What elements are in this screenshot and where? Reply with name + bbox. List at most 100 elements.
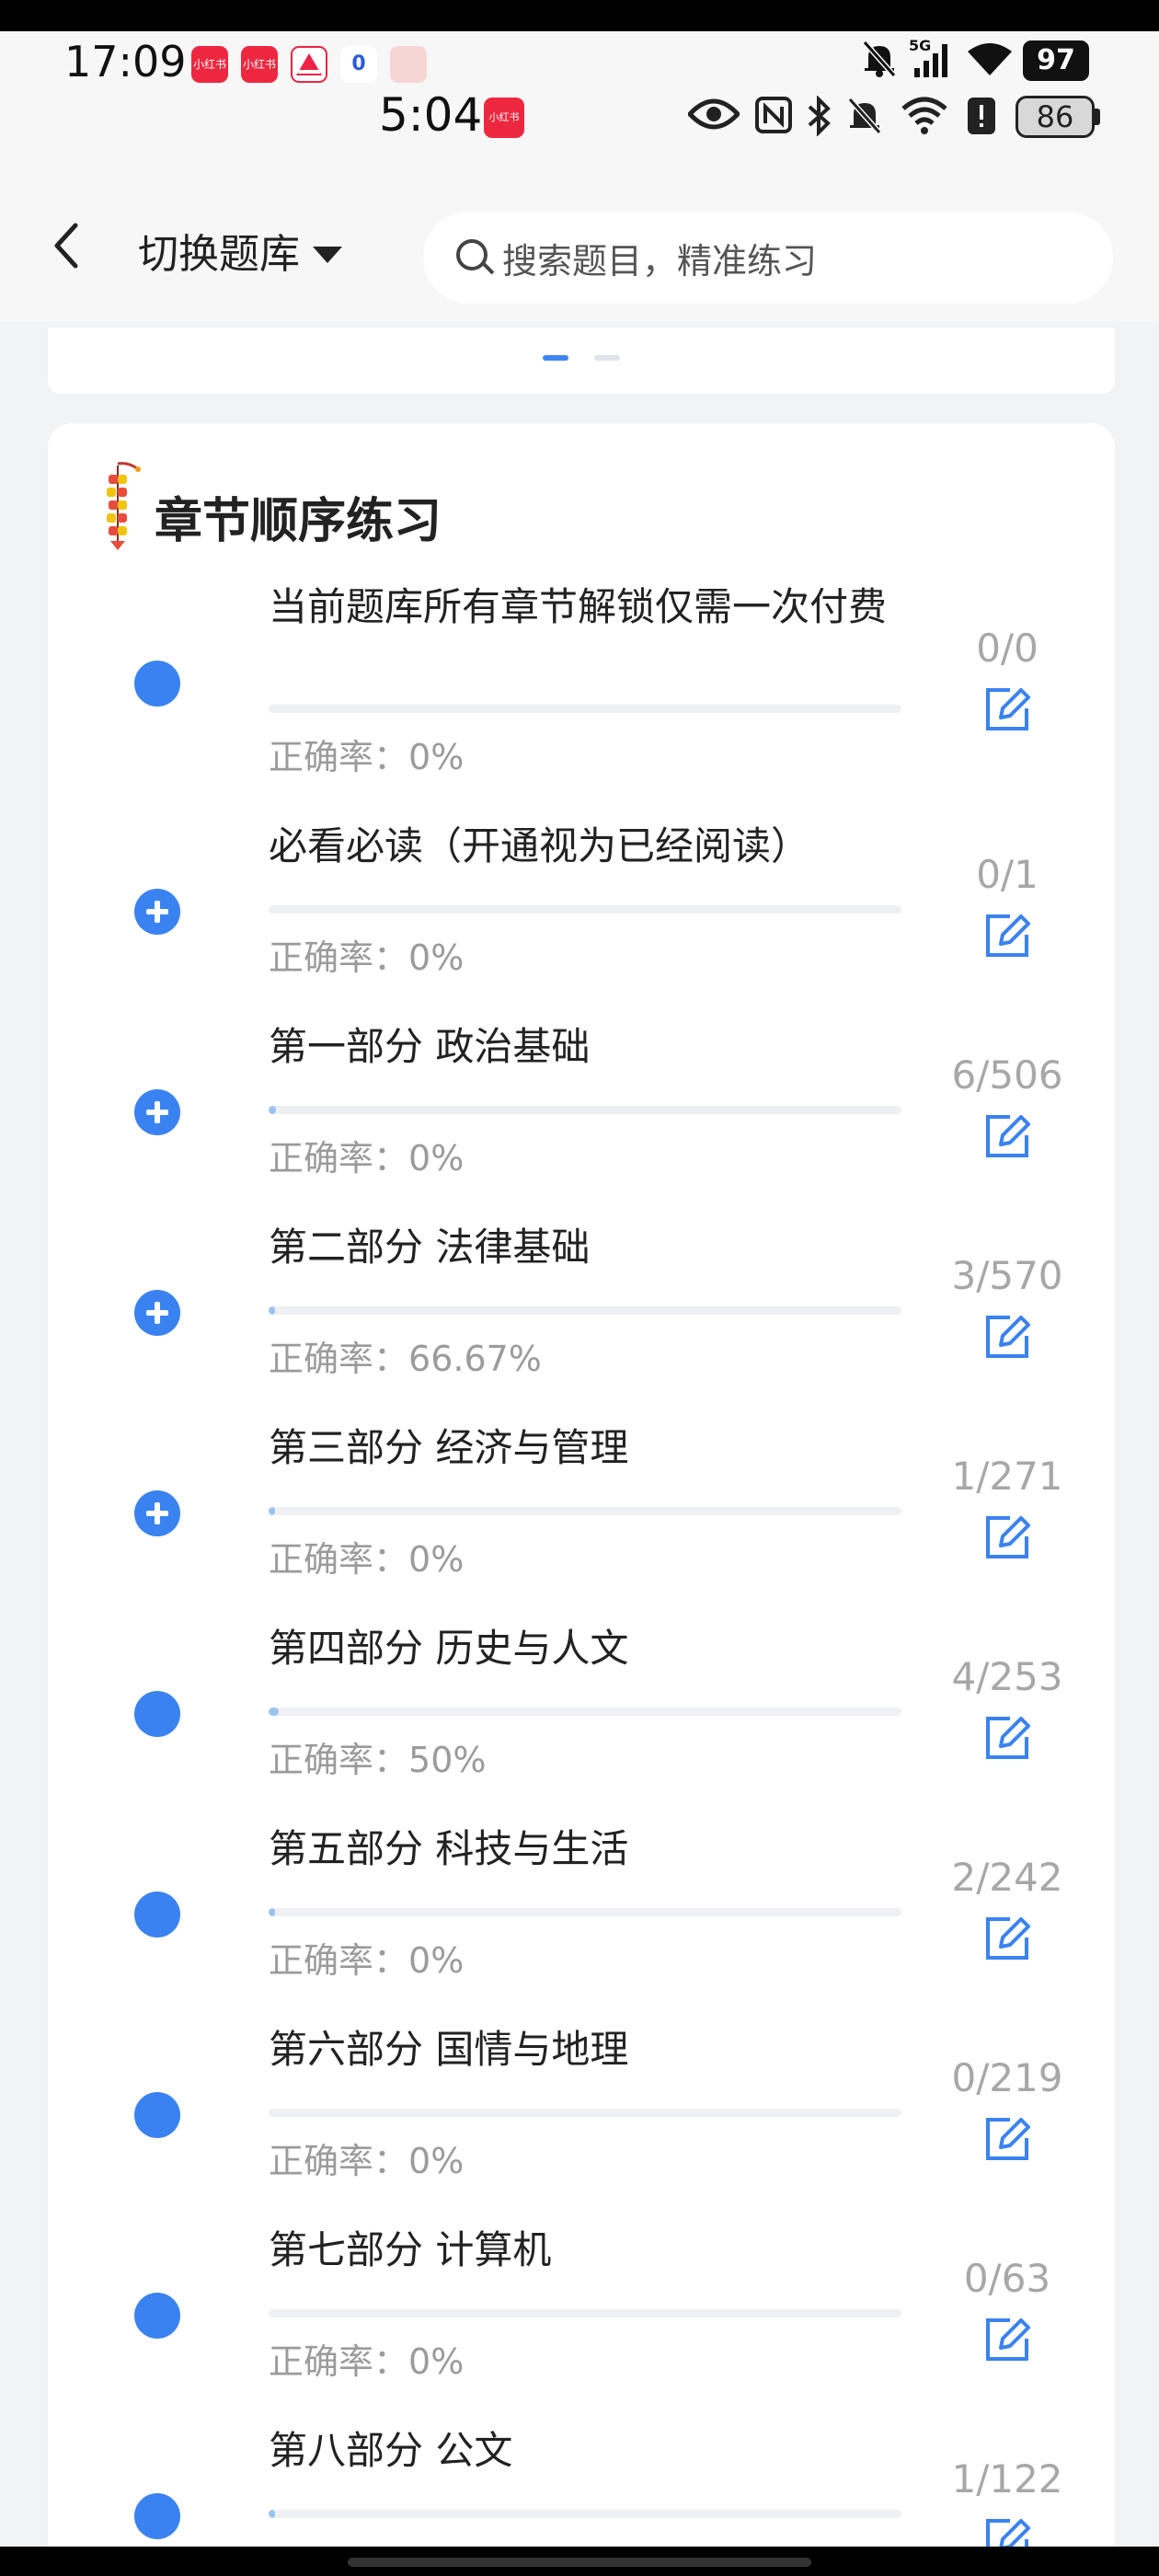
back-button[interactable]	[48, 217, 103, 291]
chapter-accuracy: 正确率：0%	[269, 2341, 465, 2382]
chapter-title: 当前题库所有章节解锁仅需一次付费	[269, 584, 888, 629]
edit-icon[interactable]	[982, 2114, 1032, 2164]
switch-question-bank-label: 切换题库	[138, 231, 300, 278]
chapter-progress-bar	[269, 2109, 901, 2117]
chapter-title: 第五部分 科技与生活	[269, 1826, 629, 1871]
chevron-left-icon	[54, 223, 78, 269]
chapter-dot-icon	[134, 2493, 180, 2539]
search-input[interactable]: 搜索题目，精准练习	[423, 212, 1113, 304]
edit-icon[interactable]	[982, 1914, 1032, 1963]
chapter-progress-fill	[269, 1507, 275, 1515]
chapter-count: 2/242	[951, 1855, 1063, 1900]
chapter-row[interactable]: 第二部分 法律基础 正确率：66.67% 3/570	[0, 1220, 1159, 1420]
expand-plus-icon[interactable]	[134, 1290, 180, 1336]
home-indicator[interactable]	[348, 2558, 811, 2567]
expand-plus-icon[interactable]	[134, 889, 180, 935]
app-notification-icon	[291, 46, 327, 83]
battery-indicator-2: 86	[1016, 96, 1095, 138]
carousel-dot[interactable]	[594, 355, 620, 361]
xiaohongshu-notification-icon-2: 小红书	[241, 46, 278, 83]
chapter-row[interactable]: 第一部分 政治基础 正确率：0% 6/506	[0, 1019, 1159, 1220]
chapter-progress-fill	[269, 1306, 275, 1315]
chapter-row[interactable]: 第六部分 国情与地理 正确率：0% 0/219	[0, 2022, 1159, 2223]
chapter-row[interactable]: 第三部分 经济与管理 正确率：0% 1/271	[0, 1420, 1159, 1621]
chapter-progress-fill	[269, 1908, 275, 1916]
wifi-icon-2	[900, 96, 949, 144]
edit-icon[interactable]	[982, 911, 1032, 960]
chapter-count: 0/0	[976, 626, 1039, 671]
alert-icon	[966, 96, 997, 144]
chapter-progress-fill	[269, 2510, 275, 2518]
chapter-row[interactable]: 当前题库所有章节解锁仅需一次付费 正确率：0% 0/0	[0, 578, 1159, 778]
battery-indicator: 97	[1023, 40, 1089, 81]
chapter-row[interactable]: 第八部分 公文 1/122	[0, 2423, 1159, 2547]
top-system-bar	[0, 0, 1159, 31]
chapter-count: 0/63	[963, 2256, 1051, 2301]
battery-tip	[1095, 109, 1100, 125]
edit-icon[interactable]	[982, 2515, 1032, 2547]
section-title: 章节顺序练习	[155, 494, 442, 549]
chapter-count: 3/570	[951, 1253, 1063, 1298]
bluetooth-icon	[806, 95, 833, 144]
chapter-title: 第四部分 历史与人文	[269, 1626, 629, 1671]
chapter-title: 必看必读（开通视为已经阅读）	[269, 823, 810, 868]
chapter-row[interactable]: 必看必读（开通视为已经阅读） 正确率：0% 0/1	[0, 819, 1159, 1019]
chapter-dot-icon	[134, 2293, 180, 2339]
edit-icon[interactable]	[982, 684, 1032, 734]
carousel-dot-active[interactable]	[543, 355, 568, 361]
chapter-accuracy: 正确率：0%	[269, 937, 465, 978]
expand-plus-icon[interactable]	[134, 1089, 180, 1135]
mijia-notification-icon	[390, 46, 427, 83]
chapter-title: 第八部分 公文	[269, 2428, 513, 2473]
chapter-row[interactable]: 第七部分 计算机 正确率：0% 0/63	[0, 2223, 1159, 2423]
expand-plus-icon[interactable]	[134, 1490, 180, 1536]
chapter-title: 第六部分 国情与地理	[269, 2027, 629, 2072]
edit-icon[interactable]	[982, 1713, 1032, 1763]
app-notification-icon-3: 0	[340, 46, 377, 83]
chapter-count: 6/506	[951, 1052, 1063, 1098]
edit-icon[interactable]	[982, 1512, 1032, 1562]
chapter-accuracy: 正确率：0%	[269, 737, 465, 777]
chapter-progress-bar	[269, 705, 901, 713]
chapter-accuracy: 正确率：50%	[269, 1740, 487, 1780]
chapter-progress-bar	[269, 1708, 901, 1716]
chapter-progress-bar	[269, 2510, 901, 2518]
chapter-progress-bar	[269, 1507, 901, 1515]
edit-icon[interactable]	[982, 2315, 1032, 2364]
search-placeholder: 搜索题目，精准练习	[502, 240, 818, 282]
chapter-row[interactable]: 第四部分 历史与人文 正确率：50% 4/253	[0, 1621, 1159, 1822]
chapter-dot-icon	[134, 661, 180, 707]
firecracker-icon	[107, 462, 141, 550]
caret-down-icon	[313, 247, 342, 263]
eye-icon	[686, 96, 741, 141]
chapter-accuracy: 正确率：0%	[269, 1138, 465, 1179]
chapter-title: 第一部分 政治基础	[269, 1024, 591, 1069]
edit-icon[interactable]	[982, 1111, 1032, 1161]
chapter-dot-icon	[134, 1691, 180, 1737]
chapter-accuracy: 正确率：0%	[269, 1940, 465, 1981]
nfc-icon	[754, 96, 793, 143]
chapter-accuracy: 正确率：66.67%	[269, 1339, 542, 1379]
chapter-progress-bar	[269, 905, 901, 914]
mute-bell-icon	[861, 39, 898, 87]
chapter-accuracy: 正确率：0%	[269, 2141, 465, 2181]
search-icon	[456, 239, 495, 276]
mute-bell-icon-2	[846, 96, 883, 144]
chapter-row[interactable]: 第五部分 科技与生活 正确率：0% 2/242	[0, 1822, 1159, 2022]
chapter-count: 0/219	[951, 2055, 1063, 2100]
chapter-count: 1/271	[951, 1454, 1063, 1499]
edit-icon[interactable]	[982, 1312, 1032, 1362]
chapter-progress-bar	[269, 1306, 901, 1315]
chapter-dot-icon	[134, 2092, 180, 2138]
wifi-icon	[966, 40, 1014, 86]
outer-clock: 17:09	[64, 37, 187, 86]
banner-card	[48, 328, 1115, 394]
chapter-count: 4/253	[951, 1654, 1063, 1699]
switch-question-bank-button[interactable]: 切换题库	[138, 223, 342, 287]
xiaohongshu-badge-icon: 小红书	[484, 98, 524, 138]
chapter-progress-bar	[269, 1908, 901, 1916]
chapter-count: 0/1	[976, 852, 1039, 897]
chapter-title: 第二部分 法律基础	[269, 1225, 591, 1270]
chapter-count: 1/122	[951, 2456, 1063, 2501]
xiaohongshu-notification-icon: 小红书	[191, 46, 228, 83]
